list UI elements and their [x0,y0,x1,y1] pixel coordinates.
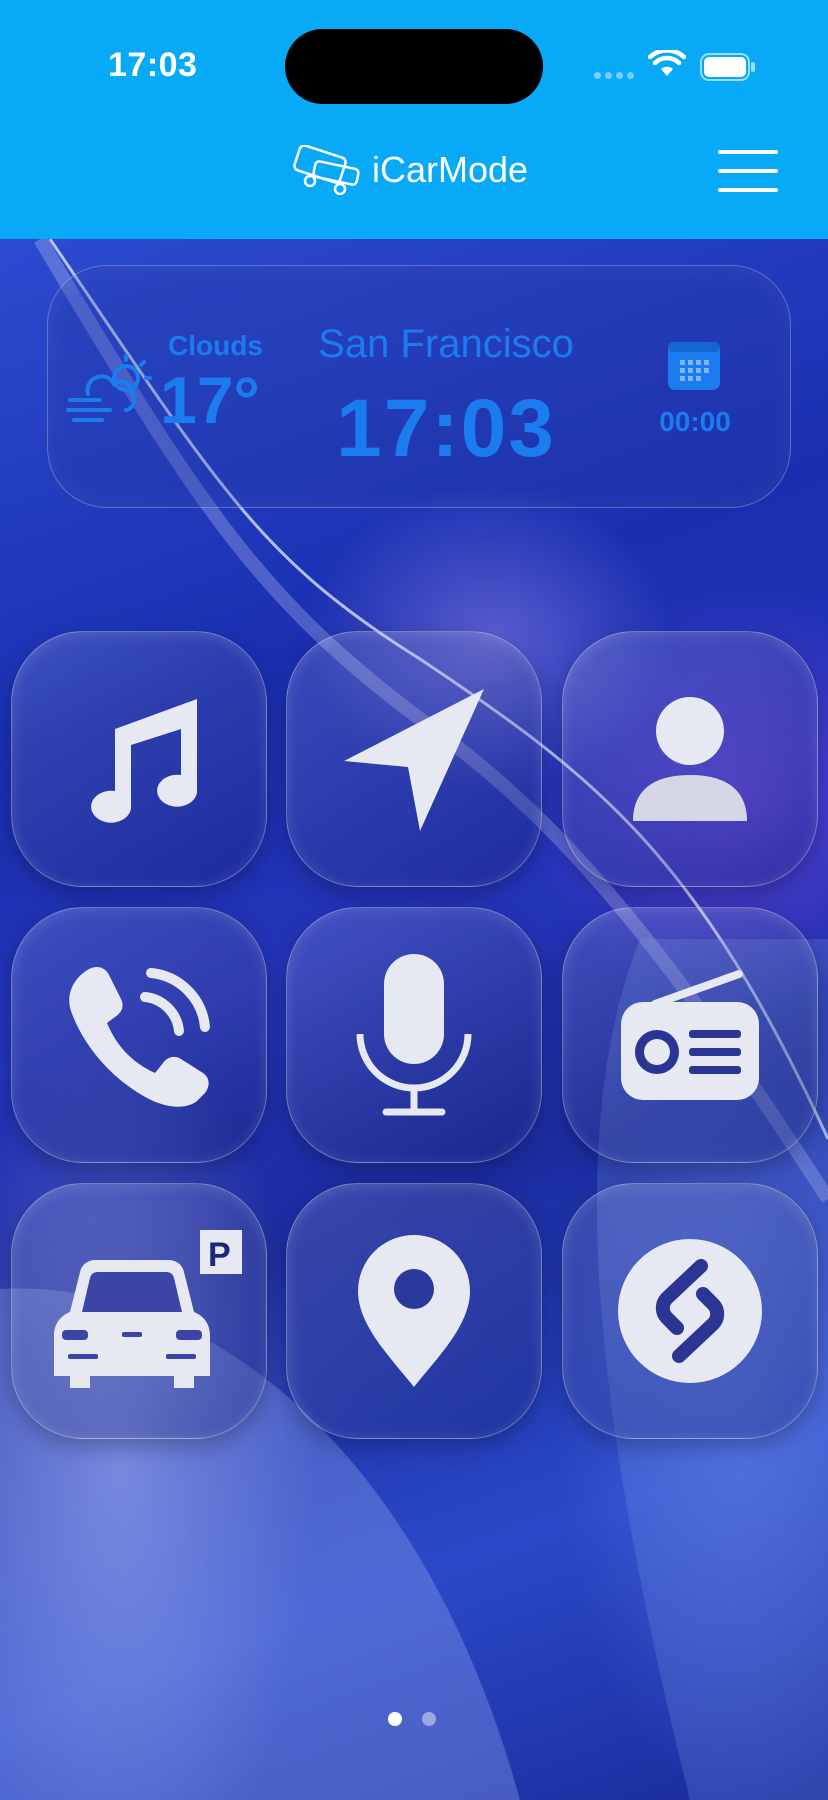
radio-icon [621,970,759,1100]
battery-icon [700,53,755,81]
location-button[interactable] [286,1183,542,1439]
cellular-signal-icon [594,72,634,79]
navigation-arrow-icon [344,689,484,831]
hamburger-menu-button[interactable] [718,150,778,194]
dynamic-island [285,29,543,104]
location-pin-icon [358,1235,470,1387]
app-title: iCarMode [372,149,529,190]
car-parking-icon: P [54,1230,242,1388]
navigation-button[interactable] [286,631,542,887]
contacts-button[interactable] [562,631,818,887]
page-dot-active[interactable] [388,1712,402,1726]
page-dot-inactive[interactable] [422,1712,436,1726]
radio-button[interactable] [562,907,818,1163]
phone-icon [69,967,210,1107]
person-icon [633,697,747,821]
widget-clock: 17:03 [336,383,556,474]
wifi-icon [648,50,686,76]
shazam-button[interactable] [562,1183,818,1439]
phone-button[interactable] [11,907,267,1163]
status-bar-time: 17:03 [108,46,198,84]
weather-temperature: 17° [160,363,260,437]
music-button[interactable] [11,631,267,887]
calendar-timer: 00:00 [659,406,731,437]
shazam-icon [618,1239,762,1383]
app-header: 17:03 iCarMode [0,0,828,239]
page-indicator[interactable] [388,1712,436,1726]
calendar-icon [668,342,720,390]
app-brand: iCarMode [290,145,528,195]
microphone-icon [356,954,472,1116]
voice-button[interactable] [286,907,542,1163]
car-phone-logo-icon [293,145,360,195]
cloud-sun-wind-icon [66,354,152,422]
city-name: San Francisco [318,322,574,366]
svg-text:P: P [208,1236,231,1274]
weather-condition: Clouds [168,330,263,361]
parking-button[interactable]: P [11,1183,267,1439]
music-note-icon [91,699,198,823]
